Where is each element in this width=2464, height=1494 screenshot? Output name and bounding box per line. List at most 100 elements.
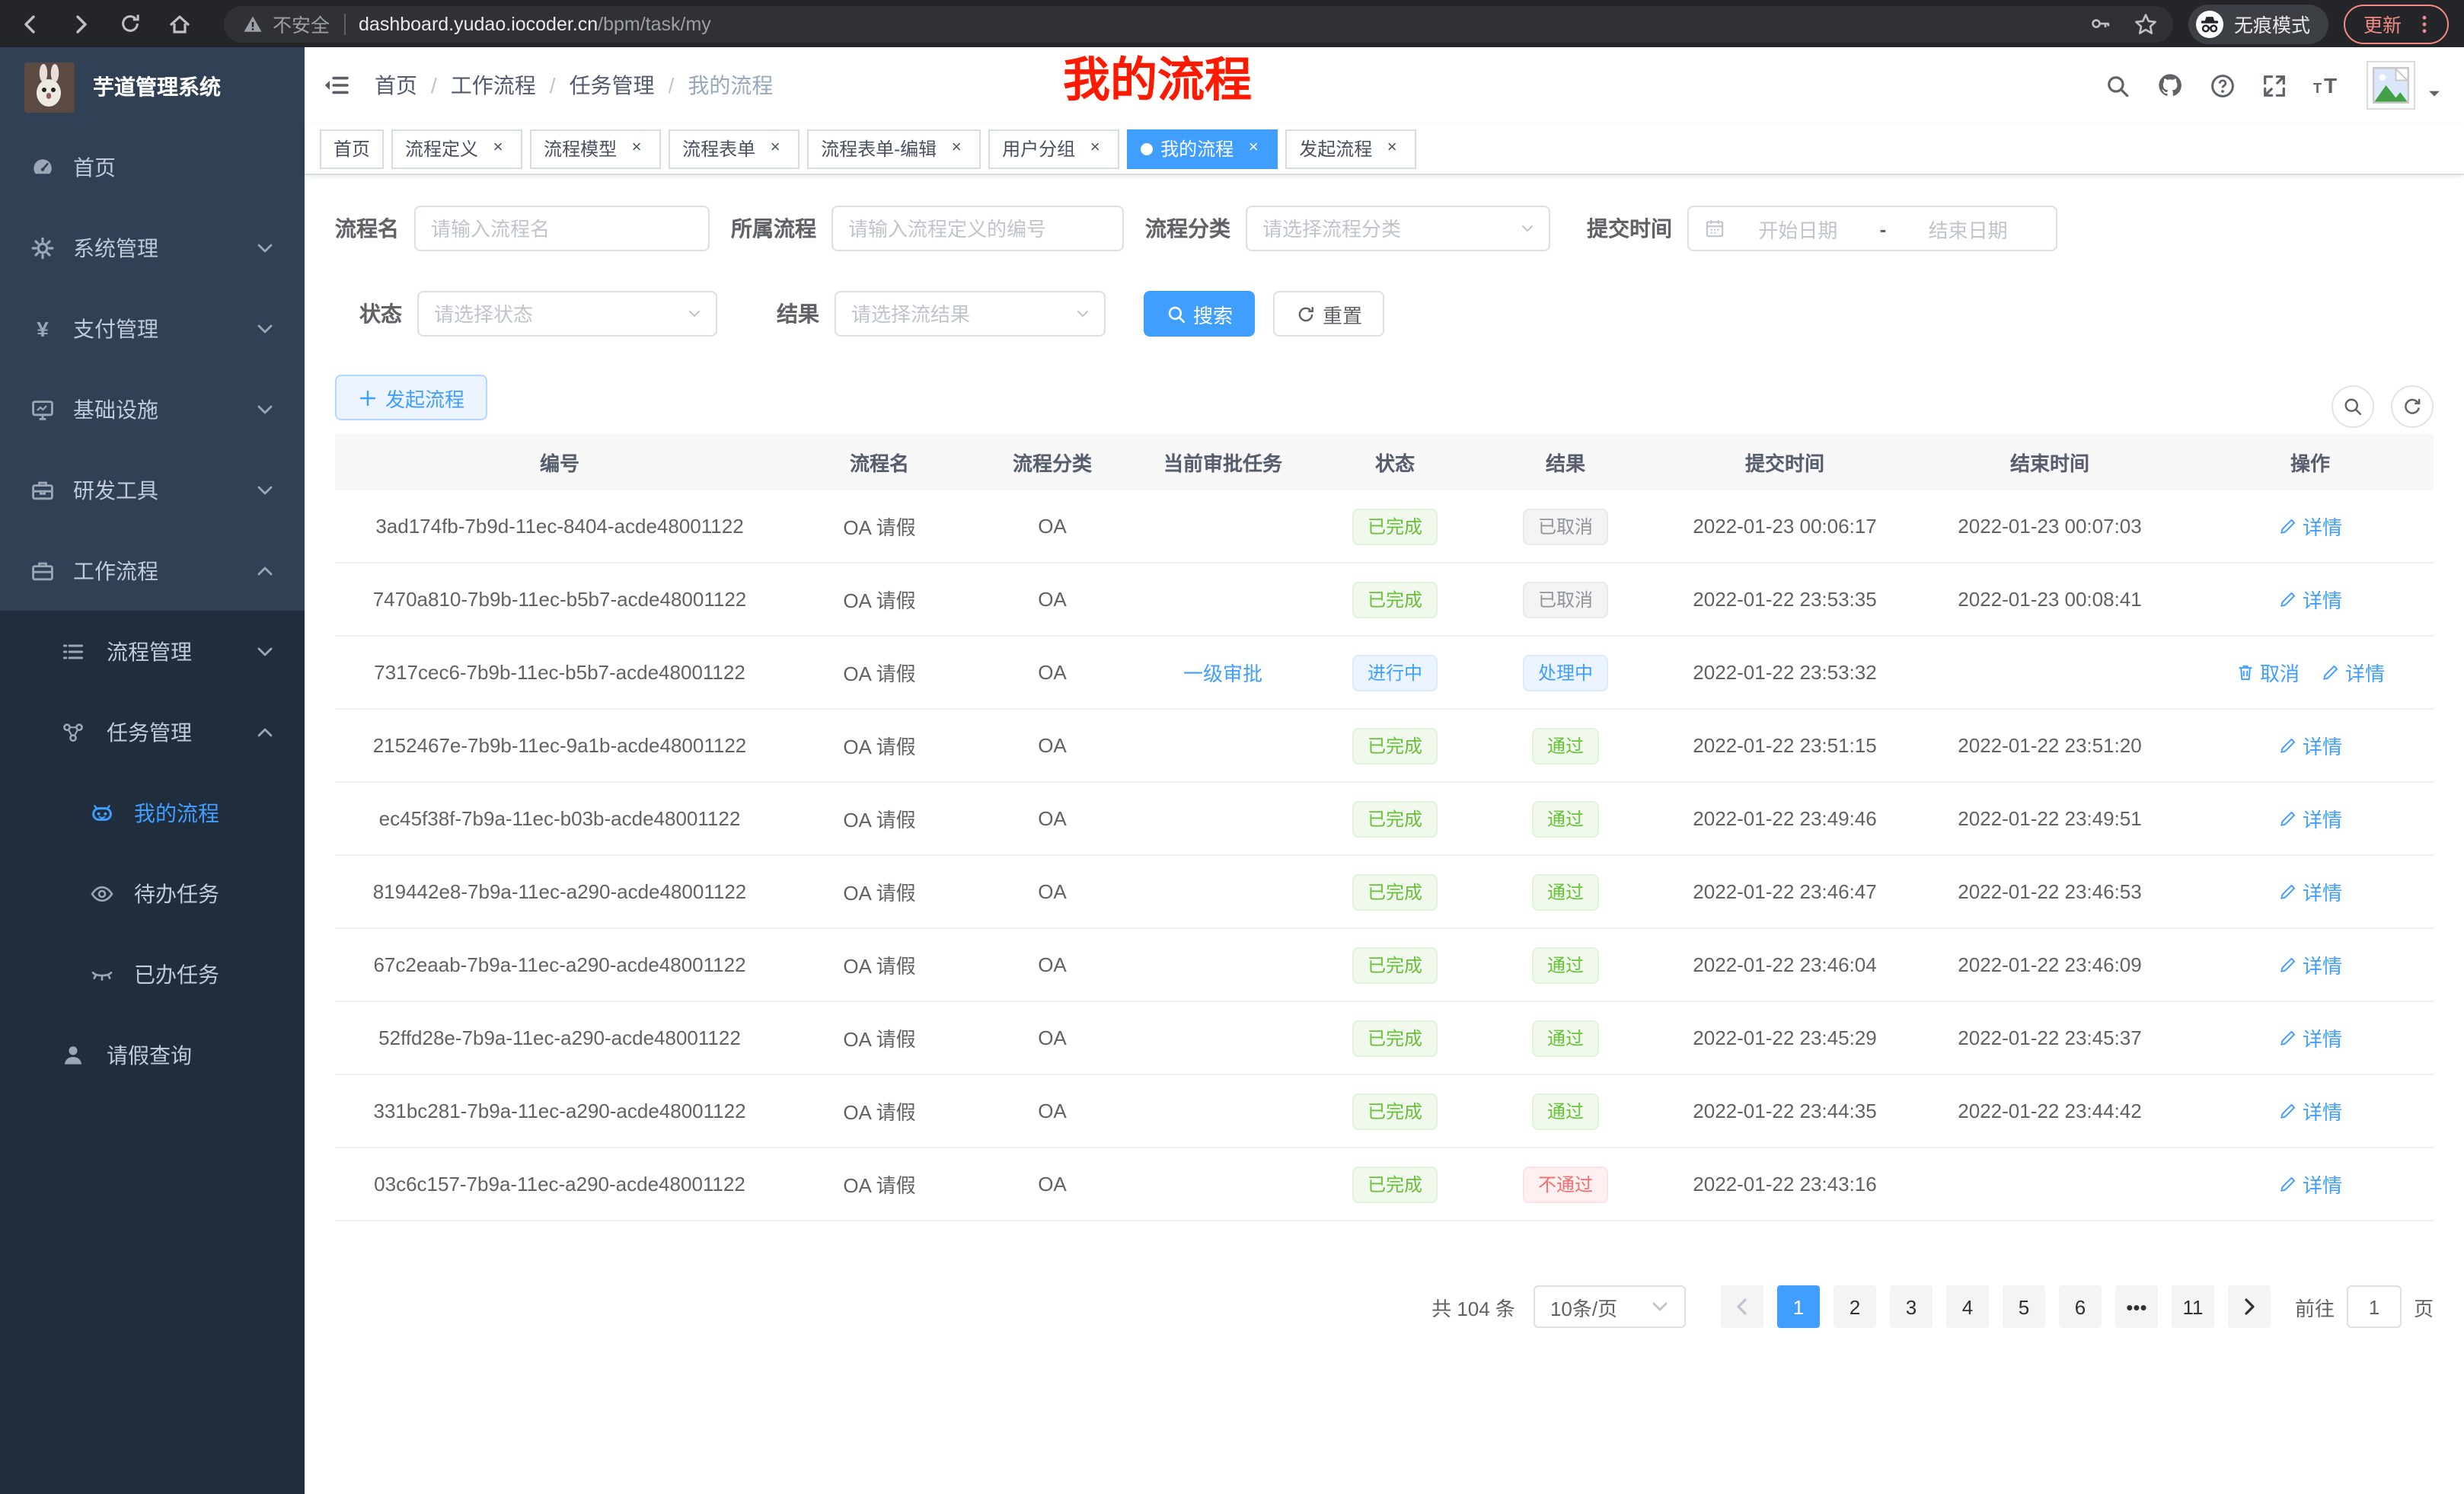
sidebar-item-任务管理[interactable]: 任务管理 xyxy=(0,691,305,772)
page-size-select[interactable]: 10条/页 xyxy=(1534,1285,1686,1328)
submit-time-range-picker[interactable]: 开始日期 - 结束日期 xyxy=(1687,206,2057,251)
font-size-icon[interactable]: TT xyxy=(2313,72,2342,98)
browser-update-button[interactable]: 更新 xyxy=(2344,4,2449,43)
fullscreen-icon[interactable] xyxy=(2261,72,2287,98)
breadcrumb-item[interactable]: 工作流程 xyxy=(451,70,536,101)
page-button-1[interactable]: 1 xyxy=(1777,1285,1820,1328)
action-label: 详情 xyxy=(2303,585,2342,614)
sidebar-item-流程管理[interactable]: 流程管理 xyxy=(0,611,305,691)
sidebar-item-请假查询[interactable]: 请假查询 xyxy=(0,1014,305,1095)
close-icon[interactable]: × xyxy=(764,138,786,159)
close-icon[interactable]: × xyxy=(946,138,967,159)
password-key-icon[interactable] xyxy=(2089,12,2112,35)
process-name-cell: OA 请假 xyxy=(784,585,975,614)
reset-button[interactable]: 重置 xyxy=(1273,291,1384,337)
process-name-input[interactable] xyxy=(416,207,708,250)
close-icon[interactable]: × xyxy=(1243,138,1264,159)
status-select-input[interactable] xyxy=(419,292,716,335)
submit-time-cell: 2022-01-22 23:43:16 xyxy=(1657,1173,1913,1196)
detail-action-link[interactable]: 详情 xyxy=(2321,658,2385,687)
dashboard-icon xyxy=(30,155,55,179)
help-question-icon[interactable] xyxy=(2210,72,2236,98)
create-process-button[interactable]: 发起流程 xyxy=(335,375,487,420)
page-button-11[interactable]: 11 xyxy=(2172,1285,2214,1328)
search-button[interactable]: 搜索 xyxy=(1144,291,1255,337)
tab-流程表单-编辑[interactable]: 流程表单-编辑× xyxy=(807,129,981,168)
category-select-input[interactable] xyxy=(1247,207,1549,250)
next-page-button[interactable] xyxy=(2228,1285,2271,1328)
search-icon[interactable] xyxy=(2105,72,2130,98)
close-icon[interactable]: × xyxy=(487,138,509,159)
browser-toolbar: 不安全 dashboard.yudao.iocoder.cn/bpm/task/… xyxy=(0,0,2464,47)
breadcrumb-item[interactable]: 任务管理 xyxy=(570,70,655,101)
sidebar-item-已办任务[interactable]: 已办任务 xyxy=(0,934,305,1014)
result-badge: 通过 xyxy=(1532,947,1599,983)
home-icon[interactable] xyxy=(168,11,192,36)
page-button-4[interactable]: 4 xyxy=(1946,1285,1989,1328)
tab-首页[interactable]: 首页 xyxy=(320,129,384,168)
app-logo-row[interactable]: 芋道管理系统 xyxy=(0,47,305,126)
sidebar-item-支付管理[interactable]: ¥支付管理 xyxy=(0,288,305,369)
detail-action-link[interactable]: 详情 xyxy=(2278,1170,2342,1199)
detail-action-link[interactable]: 详情 xyxy=(2278,1097,2342,1125)
sidebar-toggle-icon[interactable] xyxy=(323,72,350,99)
sidebar-item-首页[interactable]: 首页 xyxy=(0,126,305,207)
user-avatar-menu[interactable] xyxy=(2367,61,2443,110)
sidebar-item-研发工具[interactable]: 研发工具 xyxy=(0,449,305,530)
page-button-3[interactable]: 3 xyxy=(1890,1285,1933,1328)
current-task-cell[interactable]: 一级审批 xyxy=(1130,658,1316,687)
prev-page-button[interactable] xyxy=(1721,1285,1763,1328)
detail-action-link[interactable]: 详情 xyxy=(2278,512,2342,541)
pages-ellipsis[interactable]: ••• xyxy=(2115,1285,2158,1328)
detail-action-link[interactable]: 详情 xyxy=(2278,585,2342,614)
detail-action-link[interactable]: 详情 xyxy=(2278,1023,2342,1052)
result-select-input[interactable] xyxy=(836,292,1104,335)
detail-action-link[interactable]: 详情 xyxy=(2278,804,2342,833)
close-icon[interactable]: × xyxy=(1381,138,1403,159)
forward-icon[interactable] xyxy=(69,11,93,36)
close-icon[interactable]: × xyxy=(1084,138,1106,159)
address-bar[interactable]: 不安全 dashboard.yudao.iocoder.cn/bpm/task/… xyxy=(224,5,2173,42)
tab-我的流程[interactable]: 我的流程× xyxy=(1127,129,1278,168)
category-cell: OA xyxy=(975,880,1130,903)
sidebar-item-待办任务[interactable]: 待办任务 xyxy=(0,853,305,934)
url-host[interactable]: dashboard.yudao.iocoder.cn xyxy=(359,13,598,34)
sidebar-item-系统管理[interactable]: 系统管理 xyxy=(0,207,305,288)
tab-用户分组[interactable]: 用户分组× xyxy=(988,129,1119,168)
goto-page-input[interactable] xyxy=(2347,1285,2402,1328)
tab-label: 发起流程 xyxy=(1299,136,1372,161)
breadcrumb-item[interactable]: 首页 xyxy=(375,70,417,101)
tab-流程定义[interactable]: 流程定义× xyxy=(391,129,522,168)
bookmark-star-icon[interactable] xyxy=(2134,11,2158,36)
page-button-5[interactable]: 5 xyxy=(2003,1285,2045,1328)
pencil-icon xyxy=(2278,589,2298,609)
sidebar-item-我的流程[interactable]: 我的流程 xyxy=(0,772,305,853)
github-icon[interactable] xyxy=(2156,72,2184,99)
security-label[interactable]: 不安全 xyxy=(273,9,330,38)
back-icon[interactable] xyxy=(18,11,43,36)
toggle-search-button[interactable] xyxy=(2332,385,2374,428)
refresh-icon xyxy=(2402,396,2423,417)
close-icon[interactable]: × xyxy=(626,138,647,159)
avatar-broken-image-icon xyxy=(2367,61,2415,110)
page-button-2[interactable]: 2 xyxy=(1834,1285,1876,1328)
detail-action-link[interactable]: 详情 xyxy=(2278,950,2342,979)
reload-icon[interactable] xyxy=(119,12,142,35)
detail-action-link[interactable]: 详情 xyxy=(2278,731,2342,760)
sidebar-item-基础设施[interactable]: 基础设施 xyxy=(0,369,305,449)
kebab-menu-icon[interactable] xyxy=(2414,13,2435,34)
status-cell: 已完成 xyxy=(1316,508,1474,544)
tab-流程表单[interactable]: 流程表单× xyxy=(669,129,800,168)
not-secure-warning-icon[interactable] xyxy=(242,13,263,34)
status-cell: 已完成 xyxy=(1316,727,1474,764)
url-path[interactable]: /bpm/task/my xyxy=(598,13,711,34)
cancel-action-link[interactable]: 取消 xyxy=(2236,658,2300,687)
page-button-6[interactable]: 6 xyxy=(2059,1285,2102,1328)
tab-流程模型[interactable]: 流程模型× xyxy=(530,129,661,168)
actions-cell: 详情 xyxy=(2187,512,2434,541)
sidebar-item-工作流程[interactable]: 工作流程 xyxy=(0,530,305,611)
tab-发起流程[interactable]: 发起流程 × xyxy=(1285,129,1416,168)
refresh-table-button[interactable] xyxy=(2391,385,2434,428)
detail-action-link[interactable]: 详情 xyxy=(2278,877,2342,906)
parent-process-input[interactable] xyxy=(833,207,1122,250)
